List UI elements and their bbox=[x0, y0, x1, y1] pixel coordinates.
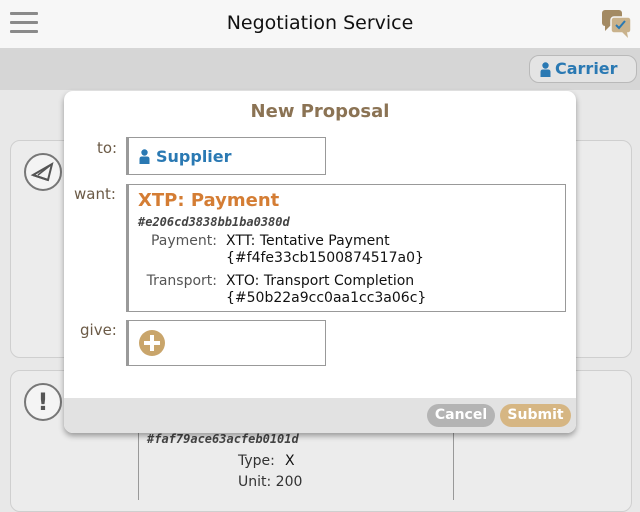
term-label-payment: Payment: bbox=[150, 233, 217, 249]
person-icon bbox=[139, 149, 150, 164]
term-value-line: XTO: Transport Completion bbox=[226, 273, 415, 289]
term-label-transport: Transport: bbox=[146, 273, 217, 289]
term-value-hash: {#f4fe33cb1500874517a0} bbox=[226, 250, 424, 266]
term-value-payment: XTT: Tentative Payment {#f4fe33cb1500874… bbox=[226, 233, 424, 267]
want-field[interactable]: XTP: Payment #e206cd3838bb1ba0380d Payme… bbox=[126, 184, 566, 312]
top-bar: Negotiation Service bbox=[0, 0, 640, 48]
give-field[interactable] bbox=[126, 320, 326, 366]
background-hash: #faf79ace63acfeb0101d bbox=[147, 432, 299, 446]
term-value-transport: XTO: Transport Completion {#50b22a9cc0aa… bbox=[226, 273, 426, 307]
person-icon bbox=[540, 62, 551, 77]
background-type-value: X bbox=[285, 453, 295, 469]
exclamation-icon: ! bbox=[24, 383, 62, 421]
want-title: XTP: Payment bbox=[138, 190, 280, 211]
want-hash: #e206cd3838bb1ba0380d bbox=[138, 215, 290, 229]
give-label: give: bbox=[80, 321, 117, 339]
to-recipient: Supplier bbox=[156, 147, 232, 166]
to-field[interactable]: Supplier bbox=[126, 137, 326, 175]
dialog-title: New Proposal bbox=[250, 101, 390, 122]
to-label: to: bbox=[97, 139, 118, 157]
term-value-hash: {#50b22a9cc0aa1cc3a06c} bbox=[226, 290, 427, 306]
envelope-icon bbox=[24, 153, 62, 191]
term-value-line: XTT: Tentative Payment bbox=[226, 233, 390, 249]
cancel-button[interactable]: Cancel bbox=[427, 404, 495, 427]
add-circle-icon[interactable] bbox=[138, 329, 166, 357]
background-type-label: Type: bbox=[238, 453, 275, 469]
role-button-label: Carrier bbox=[555, 59, 618, 78]
dialog-footer: Cancel Submit bbox=[64, 398, 576, 433]
background-unit: Unit: 200 bbox=[238, 474, 303, 490]
page-title: Negotiation Service bbox=[226, 12, 414, 34]
chat-bubbles-icon[interactable] bbox=[601, 8, 633, 40]
want-label: want: bbox=[74, 185, 116, 203]
new-proposal-dialog: New Proposal to: Supplier want: XTP: Pay… bbox=[64, 91, 576, 433]
submit-button[interactable]: Submit bbox=[500, 404, 571, 427]
role-button-carrier[interactable]: Carrier bbox=[529, 55, 637, 83]
